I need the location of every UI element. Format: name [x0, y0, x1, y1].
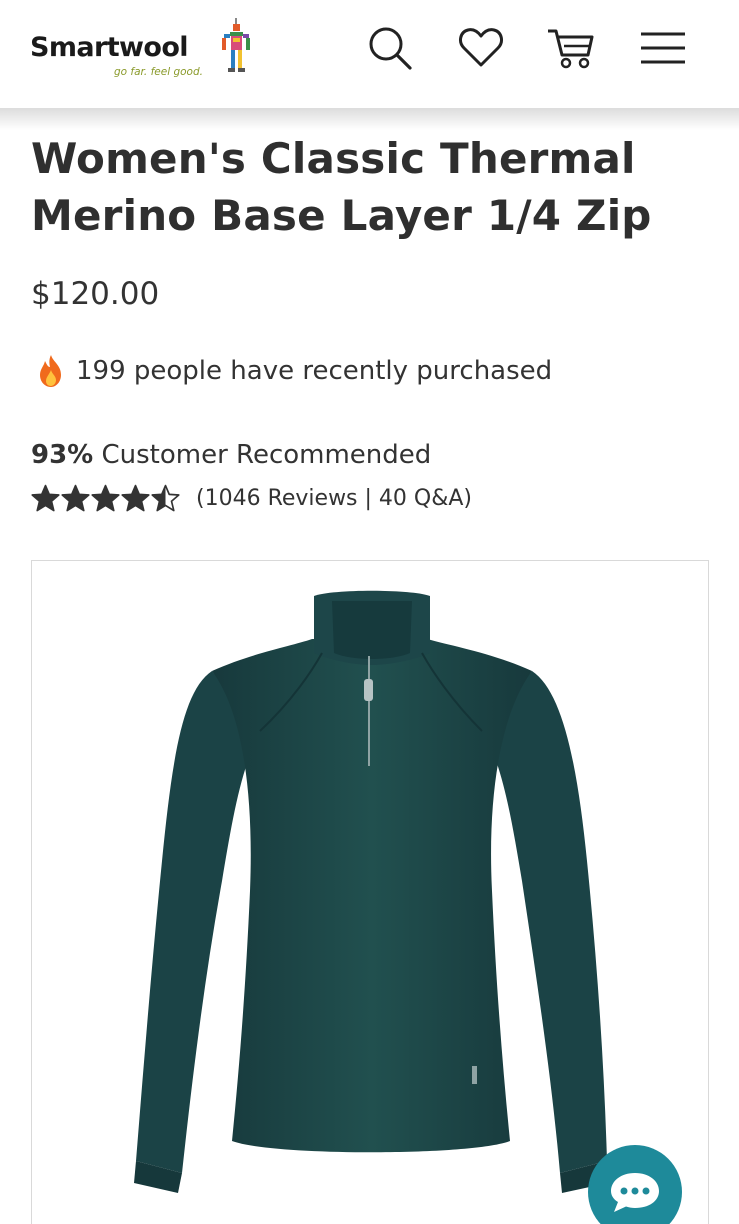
menu-hamburger-icon[interactable]	[635, 20, 691, 76]
logo-tagline: go far. feel good.	[114, 66, 203, 78]
star-icon	[121, 484, 150, 512]
rating-summary[interactable]: (1046 Reviews | 40 Q&A)	[31, 484, 472, 512]
wishlist-heart-icon[interactable]	[453, 20, 509, 76]
cart-icon[interactable]	[543, 20, 599, 76]
customer-recommended: 93% Customer Recommended	[31, 440, 431, 470]
fire-icon	[40, 355, 61, 387]
recent-purchases-text: 199 people have recently purchased	[76, 356, 553, 386]
smartwool-logo[interactable]: Smartwool go far. feel good.	[30, 18, 260, 82]
chat-bubble-icon	[611, 1173, 659, 1212]
star-icon	[151, 484, 180, 512]
product-price: $120.00	[31, 276, 160, 312]
product-image[interactable]	[31, 560, 709, 1224]
star-rating	[31, 484, 180, 512]
star-icon	[61, 484, 90, 512]
recommend-percent: 93%	[31, 440, 94, 470]
quarter-zip-shirt-image	[134, 590, 608, 1193]
site-header: Smartwool go far. feel good.	[0, 0, 739, 108]
logo-wordmark: Smartwool	[30, 32, 189, 63]
star-icon	[31, 484, 60, 512]
logo-figure-icon	[222, 18, 250, 72]
star-icon	[91, 484, 120, 512]
recommend-label: Customer Recommended	[101, 440, 432, 470]
product-title: Women's Classic Thermal Merino Base Laye…	[31, 134, 652, 240]
search-icon[interactable]	[362, 20, 418, 76]
header-shadow	[0, 108, 739, 130]
recent-purchases-notice: 199 people have recently purchased	[36, 354, 552, 388]
reviews-link[interactable]: (1046 Reviews | 40 Q&A)	[196, 486, 472, 511]
